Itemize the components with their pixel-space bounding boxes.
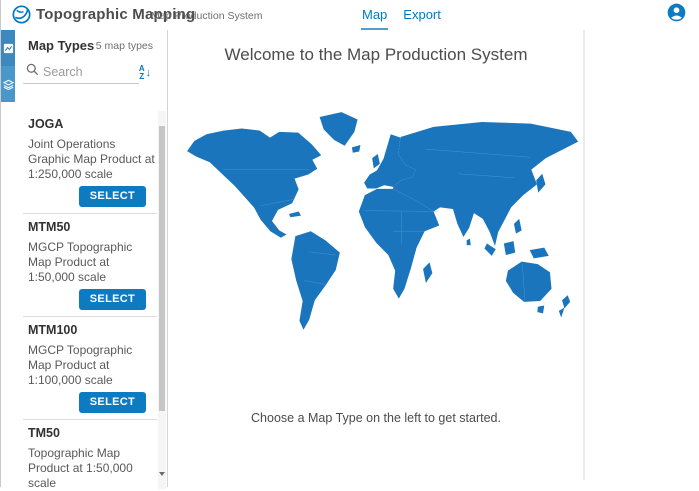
map-type-count: 5 map types <box>96 40 153 52</box>
map-type-name: MTM100 <box>28 323 147 337</box>
map-type-name: MTM50 <box>28 220 147 234</box>
app-header: Topographic Mapping Map Production Syste… <box>1 0 699 30</box>
sidebar-scrollbar[interactable] <box>158 111 166 489</box>
map-type-item-tm50: TM50 Topographic Map Product at 1:50,000… <box>15 420 160 489</box>
map-types-panel-header: Map Types 5 map types <box>15 30 167 56</box>
select-button-mtm100[interactable]: SELECT <box>79 392 146 413</box>
map-type-item-mtm50: MTM50 MGCP Topographic Map Product at 1:… <box>15 214 160 316</box>
map-type-description: MGCP Topographic Map Product at 1:50,000… <box>28 240 155 285</box>
scrollbar-thumb[interactable] <box>159 126 165 411</box>
map-types-panel: Map Types 5 map types A Z <box>15 30 168 487</box>
map-type-description: Topographic Map Product at 1:50,000 scal… <box>28 446 155 489</box>
map-type-item-mtm100: MTM100 MGCP Topographic Map Product at 1… <box>15 317 160 419</box>
map-frame-icon[interactable] <box>1 30 15 66</box>
world-map-image <box>175 108 579 338</box>
map-type-list: JOGA Joint Operations Graphic Map Produc… <box>15 111 160 489</box>
scroll-up-icon[interactable] <box>158 111 166 124</box>
search-input[interactable] <box>43 65 133 79</box>
globe-logo-icon <box>12 5 31 24</box>
main-area-divider <box>583 30 585 480</box>
select-button-joga[interactable]: SELECT <box>79 186 146 207</box>
search-row: A Z ↓ <box>23 60 154 89</box>
layers-icon[interactable] <box>1 66 15 102</box>
search-icon <box>26 63 39 81</box>
map-type-description: Joint Operations Graphic Map Product at … <box>28 137 155 182</box>
welcome-heading: Welcome to the Map Production System <box>169 45 583 65</box>
main-nav-tabs: Map Export <box>361 0 442 30</box>
account-icon[interactable] <box>667 3 686 22</box>
app-subtitle: Map Production System <box>151 10 262 22</box>
sort-arrow-down-icon: ↓ <box>146 68 152 79</box>
app-window: Topographic Mapping Map Production Syste… <box>0 0 699 487</box>
tab-export[interactable]: Export <box>402 0 442 30</box>
action-bar <box>1 30 15 487</box>
map-type-name: JOGA <box>28 117 147 131</box>
welcome-panel: Welcome to the Map Production System <box>169 30 583 487</box>
sort-az-icon[interactable]: A Z ↓ <box>134 62 156 84</box>
search-box <box>23 60 139 84</box>
sort-letter-z: Z <box>139 73 145 81</box>
panel-title: Map Types <box>28 38 94 53</box>
select-button-mtm50[interactable]: SELECT <box>79 289 146 310</box>
scroll-down-icon[interactable] <box>158 476 166 489</box>
map-type-item-joga: JOGA Joint Operations Graphic Map Produc… <box>15 111 160 213</box>
instruction-text: Choose a Map Type on the left to get sta… <box>169 411 583 425</box>
map-type-description: MGCP Topographic Map Product at 1:100,00… <box>28 343 155 388</box>
tab-map[interactable]: Map <box>361 0 388 30</box>
main-content: Welcome to the Map Production System <box>169 30 699 487</box>
map-type-name: TM50 <box>28 426 147 440</box>
